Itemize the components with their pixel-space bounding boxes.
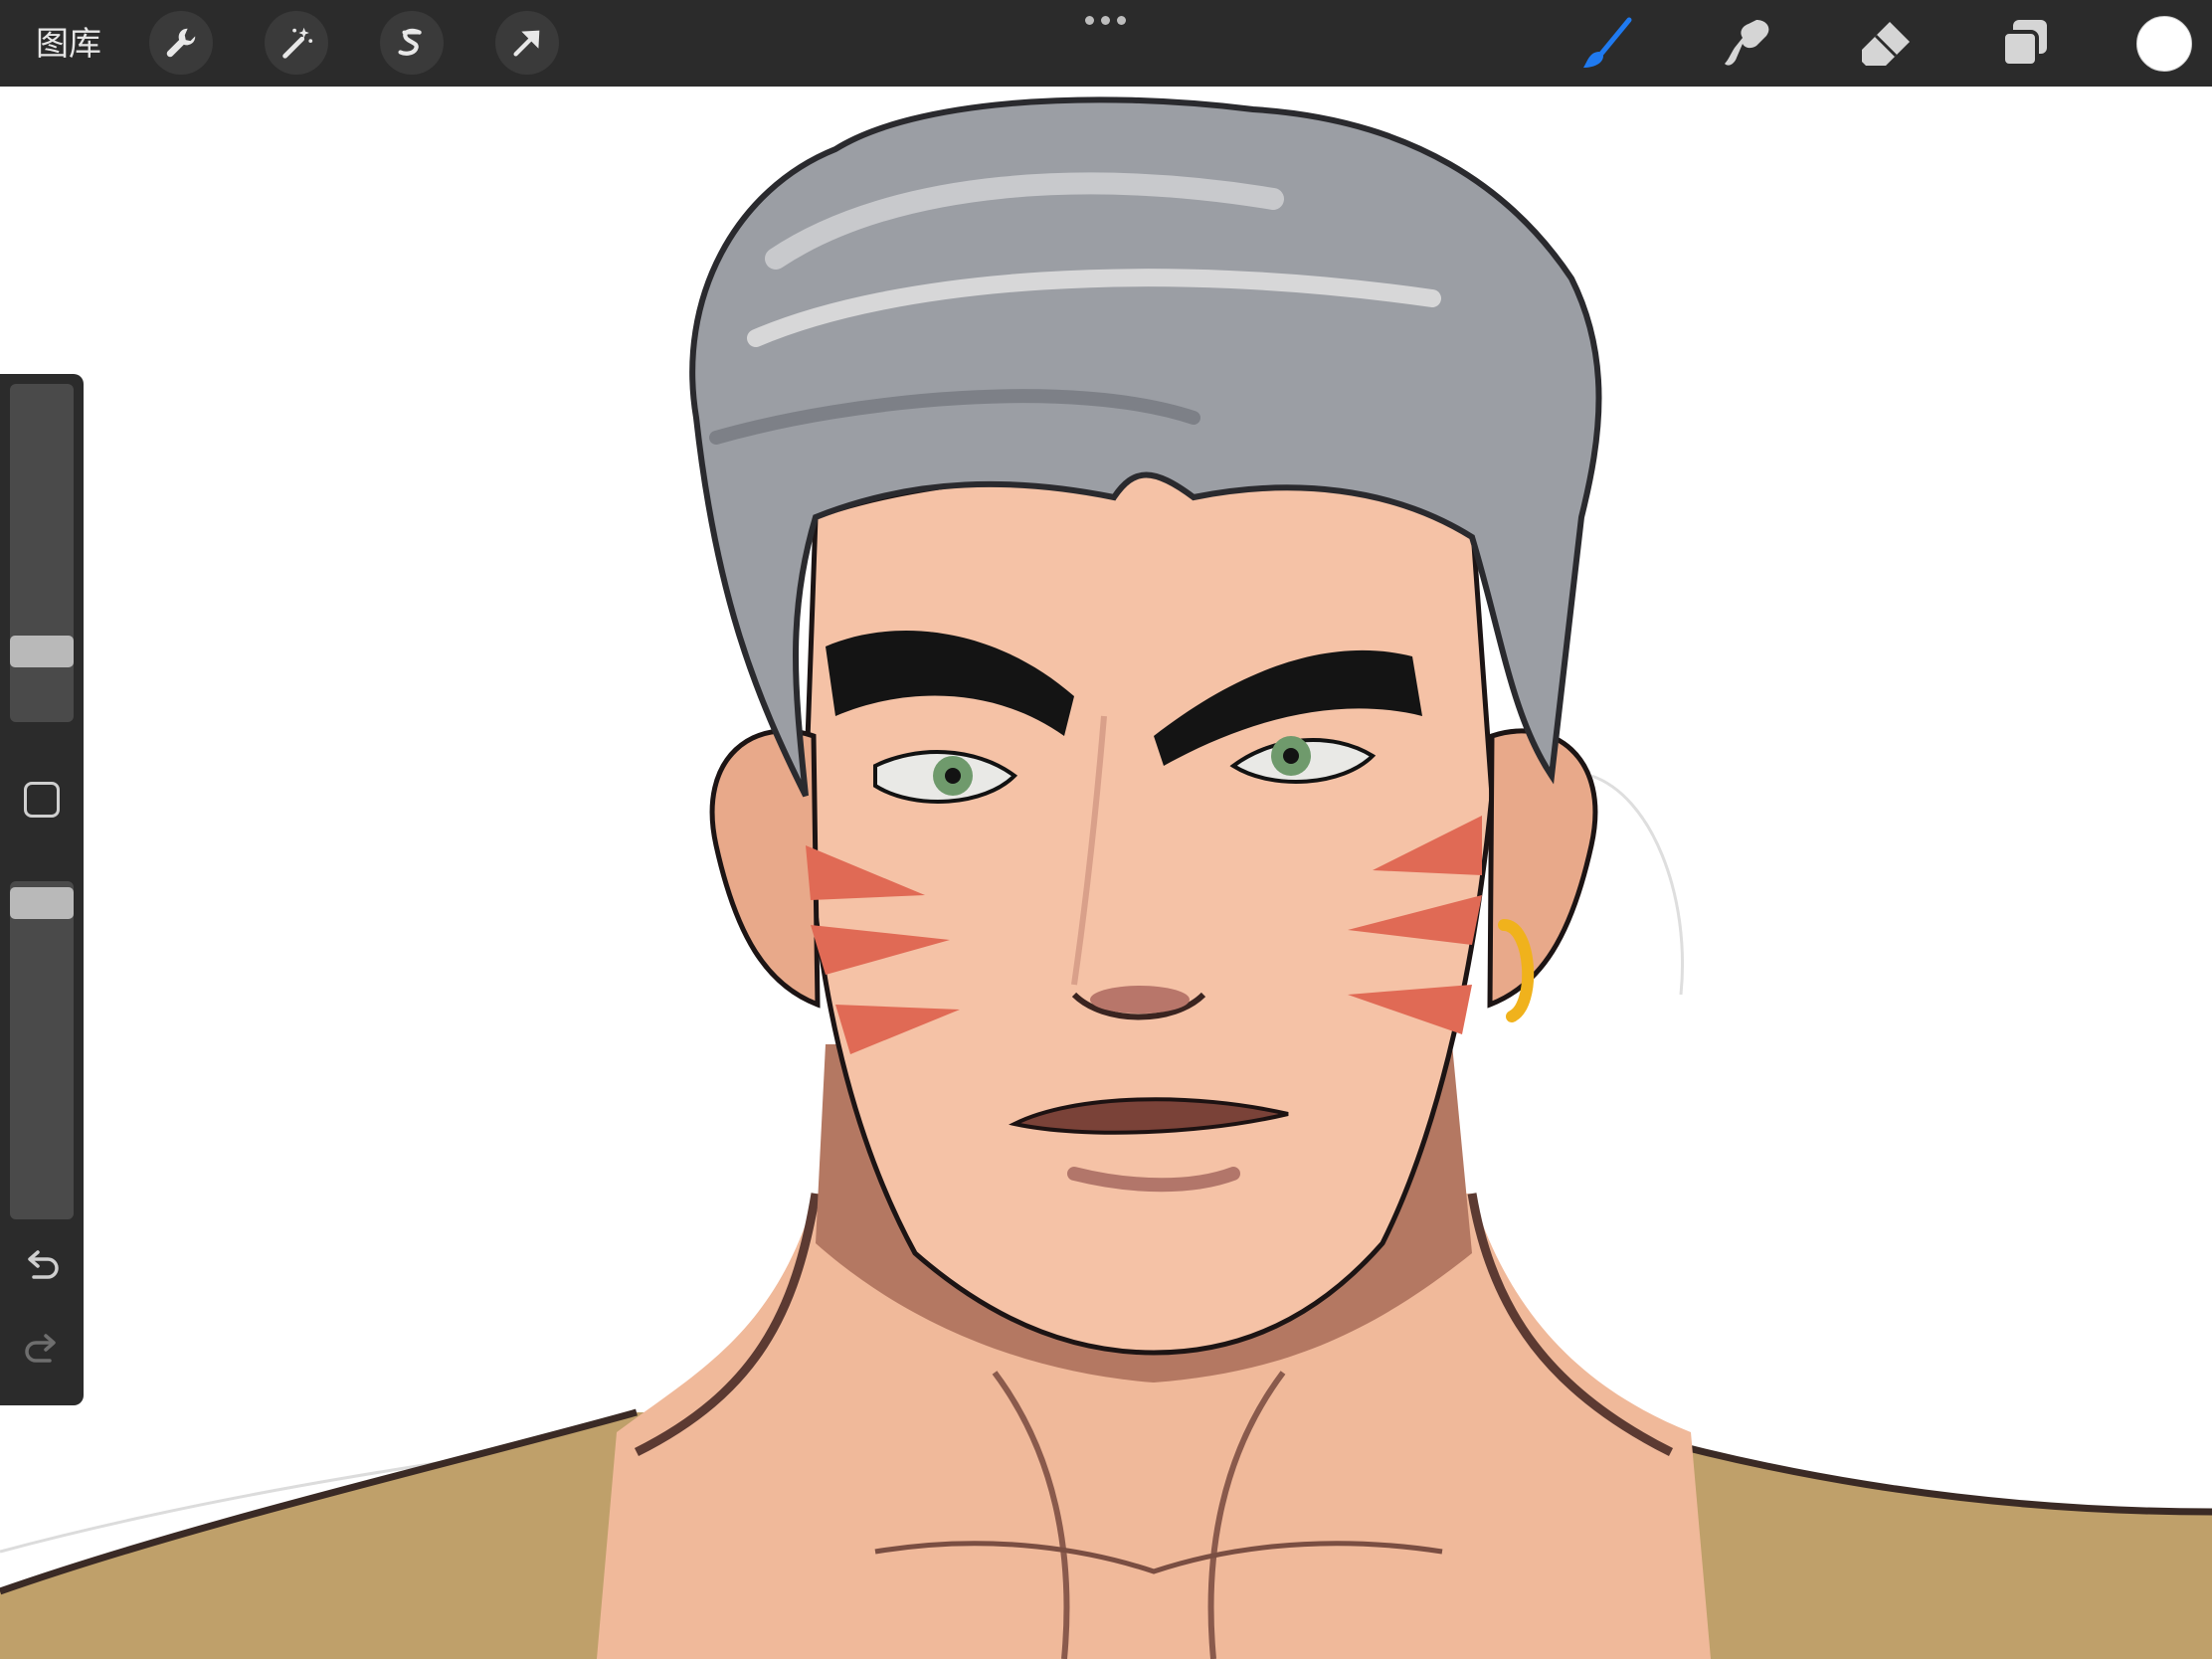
left-sidebar [0, 374, 84, 1405]
layers-icon [2001, 20, 2047, 68]
brush-size-slider[interactable] [10, 384, 74, 722]
undo-icon [28, 1250, 59, 1279]
redo-icon [25, 1334, 56, 1363]
more-options-icon[interactable] [1082, 12, 1130, 28]
top-toolbar: 图库 [0, 0, 2212, 87]
portrait-painting [0, 96, 2212, 1659]
modify-button[interactable] [24, 782, 60, 818]
eraser-tool-button[interactable] [1856, 14, 1916, 74]
undo-button[interactable] [20, 1245, 64, 1289]
magic-wand-icon [282, 27, 313, 59]
actions-button[interactable] [149, 11, 213, 75]
opacity-slider[interactable] [10, 881, 74, 1219]
brush-size-thumb[interactable] [10, 636, 74, 667]
adjustments-button[interactable] [265, 11, 328, 75]
selection-button[interactable] [380, 11, 444, 75]
wrench-icon [166, 28, 196, 58]
brush-icon [1583, 17, 1632, 68]
eraser-icon [1862, 22, 1910, 66]
transform-button[interactable] [495, 11, 559, 75]
color-picker-swatch[interactable] [2136, 16, 2192, 72]
opacity-thumb[interactable] [10, 887, 74, 919]
arrow-move-icon [513, 30, 540, 57]
gallery-button[interactable]: 图库 [36, 20, 101, 68]
smudge-tool-button[interactable] [1717, 14, 1776, 74]
drawing-canvas[interactable] [0, 87, 2212, 1659]
smudge-icon [1725, 20, 1769, 66]
redo-button[interactable] [20, 1329, 64, 1373]
selection-s-icon [398, 28, 422, 56]
layers-button[interactable] [1995, 14, 2055, 74]
brush-tool-button[interactable] [1577, 14, 1637, 74]
